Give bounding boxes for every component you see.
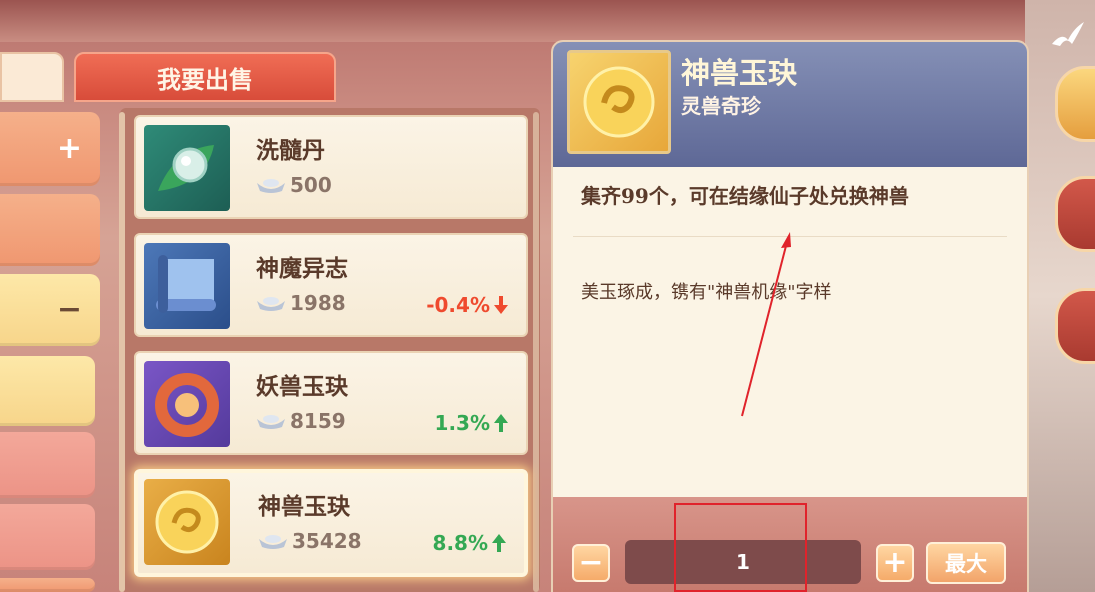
plus-icon: + (56, 131, 82, 166)
subcategory-item[interactable] (0, 356, 95, 426)
arrow-up-icon (494, 414, 508, 432)
crane-emblem-icon (1052, 22, 1084, 46)
detail-item-category: 灵兽奇珍 (681, 94, 761, 118)
item-name: 神魔异志 (256, 255, 348, 282)
item-name: 妖兽玉玦 (256, 373, 348, 400)
item-price: 1988 (256, 291, 346, 315)
item-price: 8159 (256, 409, 346, 433)
list-scrollbar-left[interactable] (119, 112, 125, 592)
item-price: 500 (256, 173, 332, 197)
scroll-icon (144, 243, 230, 329)
category-item[interactable] (0, 194, 100, 266)
category-collapse-button[interactable]: − (0, 274, 100, 346)
side-button-3[interactable] (1055, 288, 1095, 364)
annotation-highlight-box (674, 503, 807, 592)
list-scrollbar[interactable] (533, 112, 539, 592)
item-price: 35428 (258, 529, 362, 553)
scene-background-top (0, 0, 1095, 42)
subcategory-item[interactable] (0, 432, 95, 498)
red-jade-pendant-icon (144, 361, 230, 447)
silver-ingot-icon (257, 415, 285, 429)
list-item[interactable]: 神魔异志 1988 -0.4% (134, 233, 528, 337)
arrow-down-icon (494, 296, 508, 314)
item-name: 神兽玉玦 (258, 493, 350, 520)
subcategory-item[interactable] (0, 578, 95, 592)
price-change: 1.3% (435, 411, 508, 435)
side-button-1[interactable] (1055, 66, 1095, 142)
list-item-selected[interactable]: 神兽玉玦 35428 8.8% (134, 469, 528, 577)
increase-quantity-button[interactable]: + (876, 544, 914, 582)
side-button-2[interactable] (1055, 176, 1095, 252)
arrow-up-icon (492, 534, 506, 552)
list-item[interactable]: 妖兽玉玦 8159 1.3% (134, 351, 528, 455)
silver-ingot-icon (257, 179, 285, 193)
silver-ingot-icon (259, 535, 287, 549)
tab-buy[interactable] (0, 52, 64, 102)
detail-exchange-info: 集齐99个，可在结缘仙子处兑换神兽 (581, 184, 909, 208)
item-name: 洗髓丹 (256, 137, 325, 164)
subcategory-item[interactable] (0, 504, 95, 570)
gold-jade-pendant-icon (144, 479, 230, 565)
detail-item-name: 神兽玉玦 (681, 56, 798, 90)
max-quantity-button[interactable]: 最大 (926, 542, 1006, 584)
tab-sell[interactable]: 我要出售 (74, 52, 336, 102)
silver-ingot-icon (257, 297, 285, 311)
price-change: 8.8% (433, 531, 506, 555)
divider (573, 236, 1007, 237)
gold-jade-pendant-icon (567, 50, 671, 154)
list-item[interactable]: 洗髓丹 500 (134, 115, 528, 219)
detail-header: 神兽玉玦 灵兽奇珍 (553, 42, 1027, 167)
detail-description: 美玉琢成，镌有"神兽机缘"字样 (581, 282, 832, 303)
decrease-quantity-button[interactable]: − (572, 544, 610, 582)
price-change: -0.4% (426, 293, 508, 317)
minus-icon: − (56, 292, 82, 327)
category-expand-button[interactable]: + (0, 112, 100, 186)
pearl-leaf-icon (144, 125, 230, 211)
